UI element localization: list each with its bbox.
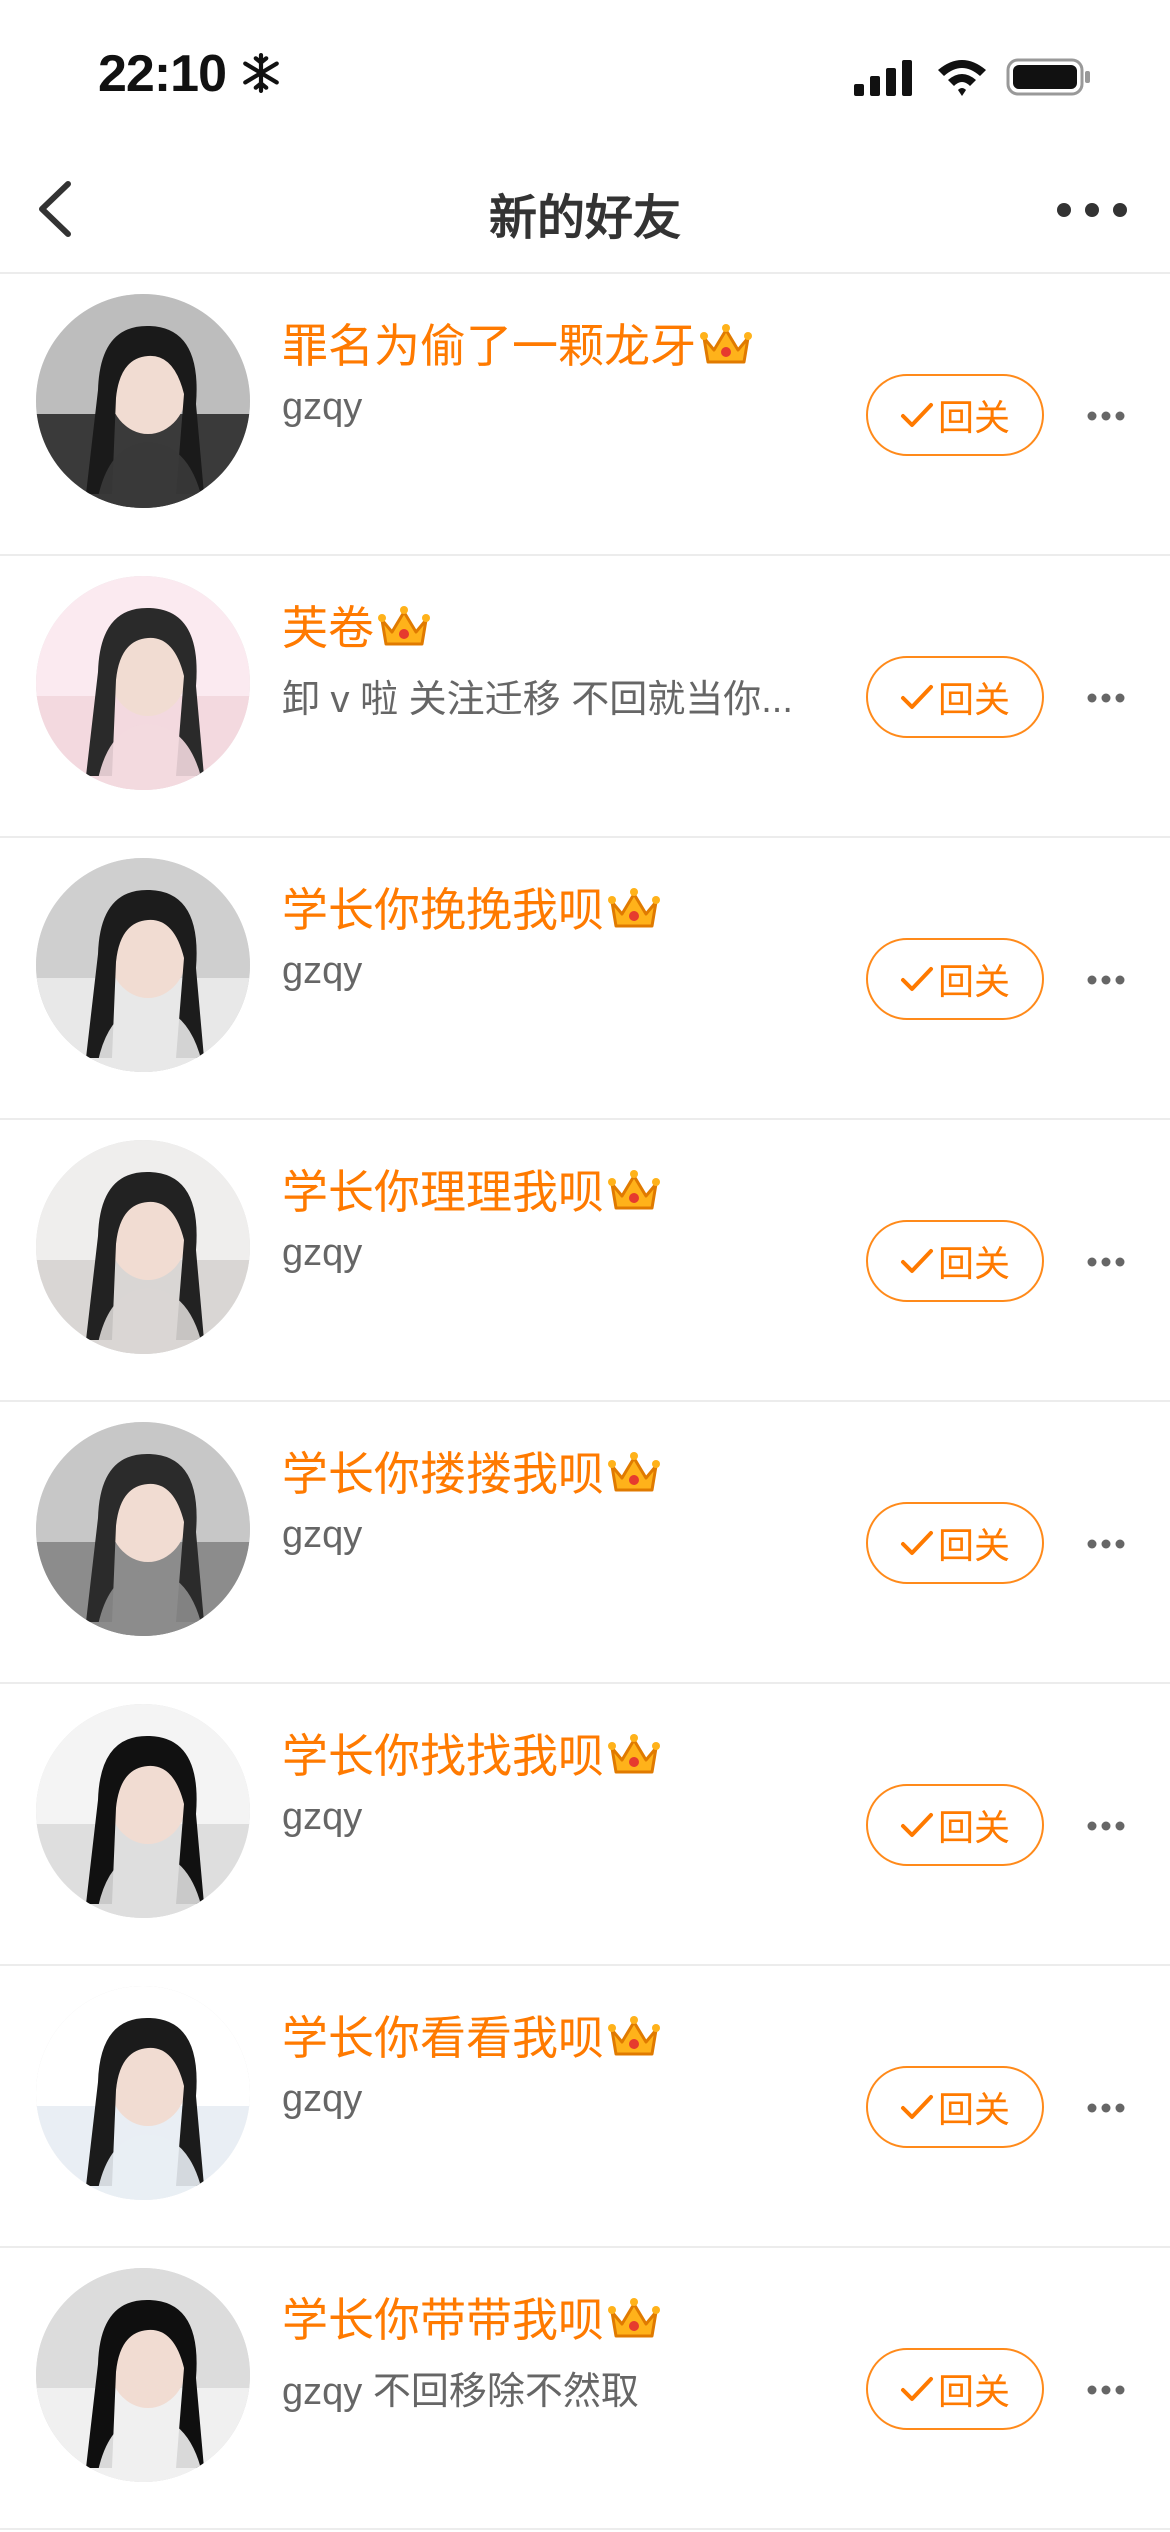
snowflake-icon (243, 53, 279, 93)
follow-back-button[interactable]: 回关 (866, 2348, 1044, 2430)
follow-back-button[interactable]: 回关 (866, 938, 1044, 1020)
new-friends-list: 罪名为偷了一颗龙牙 gzqy 回关 芙卷卸 v 啦 关注迁移 不回就当你... 回关 学长… (0, 274, 1170, 2530)
page-title: 新的好友 (488, 192, 681, 245)
user-name[interactable]: 芙卷 (282, 592, 432, 658)
list-item[interactable]: 罪名为偷了一颗龙牙 gzqy 回关 (0, 274, 1170, 556)
user-name-text: 学长你理理我呗 (282, 1166, 604, 1218)
vip-crown-icon (608, 1170, 660, 1210)
vip-crown-icon (608, 1734, 660, 1774)
check-icon (900, 967, 933, 991)
avatar[interactable] (36, 576, 250, 790)
user-name[interactable]: 罪名为偷了一颗龙牙 (282, 310, 754, 376)
nav-bar: 新的好友 (0, 150, 1170, 274)
vip-crown-icon (700, 324, 752, 364)
more-options-icon[interactable] (1086, 1820, 1126, 1832)
follow-back-button[interactable]: 回关 (866, 1784, 1044, 1866)
avatar[interactable] (36, 1704, 250, 1918)
user-description: gzqy 不回移除不然取 (282, 2371, 639, 2413)
list-item[interactable]: 学长你找找我呗 gzqy 回关 (0, 1684, 1170, 1966)
more-icon[interactable] (1052, 190, 1132, 230)
avatar[interactable] (36, 1422, 250, 1636)
user-name-text: 学长你看看我呗 (282, 2012, 604, 2064)
follow-back-button[interactable]: 回关 (866, 656, 1044, 738)
status-time: 22:10 (98, 45, 227, 103)
user-name-text: 学长你找找我呗 (282, 1730, 604, 1782)
user-name[interactable]: 学长你挽挽我呗 (282, 874, 662, 940)
more-options-icon[interactable] (1086, 2384, 1126, 2396)
user-name-text: 学长你搂搂我呗 (282, 1448, 604, 1500)
user-description: gzqy (282, 1232, 363, 1274)
follow-back-label: 回关 (937, 1807, 1010, 1848)
check-icon (900, 1249, 933, 1273)
list-item[interactable]: 学长你挽挽我呗 gzqy 回关 (0, 838, 1170, 1120)
vip-crown-icon (608, 2298, 660, 2338)
user-description: gzqy (282, 950, 363, 992)
user-name-text: 罪名为偷了一颗龙牙 (282, 320, 696, 372)
follow-back-label: 回关 (937, 2371, 1010, 2412)
follow-back-label: 回关 (937, 679, 1010, 720)
avatar[interactable] (36, 2268, 250, 2482)
follow-back-label: 回关 (937, 1525, 1010, 1566)
avatar[interactable] (36, 858, 250, 1072)
check-icon (900, 403, 933, 427)
user-name[interactable]: 学长你理理我呗 (282, 1156, 662, 1222)
vip-crown-icon (378, 606, 430, 646)
follow-back-label: 回关 (937, 961, 1010, 1002)
check-icon (900, 1813, 933, 1837)
user-name-text: 学长你带带我呗 (282, 2294, 604, 2346)
more-options-icon[interactable] (1086, 1538, 1126, 1550)
list-item[interactable]: 学长你搂搂我呗 gzqy 回关 (0, 1402, 1170, 1684)
avatar[interactable] (36, 294, 250, 508)
list-item[interactable]: 学长你看看我呗 gzqy 回关 (0, 1966, 1170, 2248)
check-icon (900, 1531, 933, 1555)
more-options-icon[interactable] (1086, 410, 1126, 422)
follow-back-label: 回关 (937, 1243, 1010, 1284)
avatar[interactable] (36, 1140, 250, 1354)
user-description: 卸 v 啦 关注迁移 不回就当你... (282, 679, 793, 721)
vip-crown-icon (608, 2016, 660, 2056)
more-options-icon[interactable] (1086, 692, 1126, 704)
user-name[interactable]: 学长你找找我呗 (282, 1720, 662, 1786)
vip-crown-icon (608, 1452, 660, 1492)
follow-back-label: 回关 (937, 397, 1010, 438)
cellular-signal-icon (854, 60, 912, 96)
list-item[interactable]: 学长你理理我呗 gzqy 回关 (0, 1120, 1170, 1402)
check-icon (900, 2377, 933, 2401)
user-description: gzqy (282, 1514, 363, 1556)
list-item[interactable]: 芙卷卸 v 啦 关注迁移 不回就当你... 回关 (0, 556, 1170, 838)
user-description: gzqy (282, 386, 363, 428)
user-description: gzqy (282, 2078, 363, 2120)
wifi-icon (938, 60, 986, 96)
user-name-text: 学长你挽挽我呗 (282, 884, 604, 936)
follow-back-button[interactable]: 回关 (866, 1220, 1044, 1302)
follow-back-button[interactable]: 回关 (866, 374, 1044, 456)
check-icon (900, 2095, 933, 2119)
vip-crown-icon (608, 888, 660, 928)
more-options-icon[interactable] (1086, 1256, 1126, 1268)
user-name[interactable]: 学长你看看我呗 (282, 2002, 662, 2068)
more-options-icon[interactable] (1086, 2102, 1126, 2114)
user-name[interactable]: 学长你搂搂我呗 (282, 1438, 662, 1504)
user-name-text: 芙卷 (282, 602, 374, 654)
status-bar: 22:10 (0, 0, 1170, 150)
user-description: gzqy (282, 1796, 363, 1838)
list-item[interactable]: 学长你带带我呗 gzqy 不回移除不然取 回关 (0, 2248, 1170, 2530)
check-icon (900, 685, 933, 709)
more-options-icon[interactable] (1086, 974, 1126, 986)
avatar[interactable] (36, 1986, 250, 2200)
follow-back-button[interactable]: 回关 (866, 2066, 1044, 2148)
battery-icon (1006, 58, 1090, 96)
follow-back-label: 回关 (937, 2089, 1010, 2130)
follow-back-button[interactable]: 回关 (866, 1502, 1044, 1584)
user-name[interactable]: 学长你带带我呗 (282, 2284, 662, 2350)
